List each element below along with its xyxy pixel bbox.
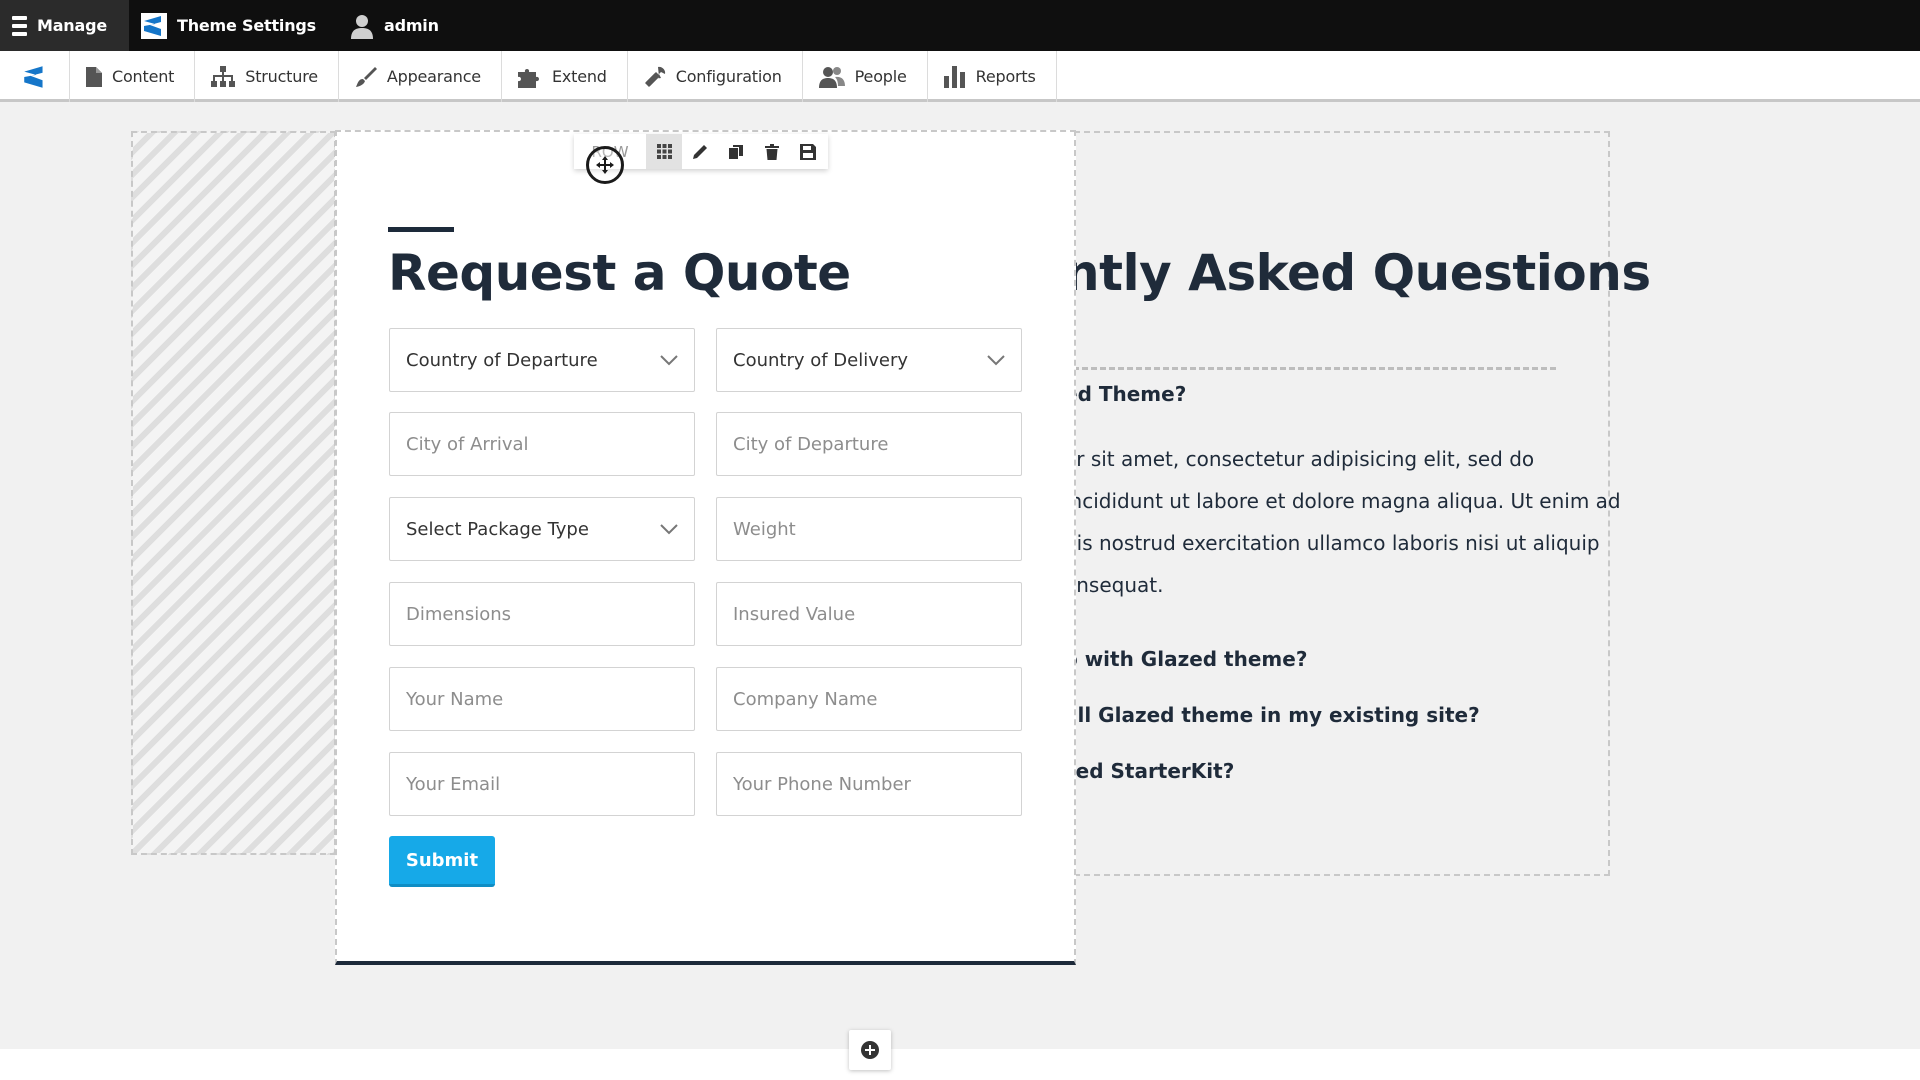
pencil-icon <box>693 144 707 159</box>
faq-heading: ntly Asked Questions <box>1064 244 1651 302</box>
chevron-down-icon <box>660 355 678 366</box>
theme-settings-label: Theme Settings <box>177 16 316 35</box>
tray-item-label: Content <box>112 67 175 86</box>
country-of-delivery-select[interactable]: Country of Delivery <box>716 328 1022 392</box>
your-name-input[interactable] <box>389 667 695 731</box>
faq-answer-line: uis nostrud exercitation ullamco laboris… <box>1064 531 1600 555</box>
package-type-select[interactable]: Select Package Type <box>389 497 695 561</box>
tray-item-configuration[interactable]: Configuration <box>628 51 803 102</box>
empty-column-placeholder <box>131 131 336 855</box>
faq-question-4[interactable]: zed StarterKit? <box>1064 759 1234 783</box>
tray-item-label: Structure <box>245 67 318 86</box>
admin-tray: Content Structure Appearance Extend Conf… <box>0 51 1920 102</box>
grid-icon <box>656 144 672 159</box>
phone-number-input[interactable] <box>716 752 1022 816</box>
faq-question-1[interactable]: ed Theme? <box>1064 382 1186 406</box>
add-section-button[interactable] <box>849 1030 891 1070</box>
tray-item-people[interactable]: People <box>803 51 928 102</box>
tray-item-label: Extend <box>551 67 607 86</box>
manage-label: Manage <box>36 16 107 35</box>
paintbrush-icon <box>355 66 377 87</box>
form-title: Request a Quote <box>388 244 851 302</box>
page-bottom-section <box>0 1049 1920 1080</box>
weight-input[interactable] <box>716 497 1022 561</box>
tray-item-reports[interactable]: Reports <box>928 51 1057 102</box>
glazed-logo-icon <box>23 65 43 88</box>
user-label: admin <box>383 16 439 35</box>
chevron-down-icon <box>987 355 1005 366</box>
tray-item-label: Appearance <box>386 67 481 86</box>
faq-question-3[interactable]: all Glazed theme in my existing site? <box>1064 703 1480 727</box>
select-value: Country of Delivery <box>733 349 909 371</box>
tray-item-label: Reports <box>975 67 1036 86</box>
user-menu[interactable]: admin <box>338 0 461 51</box>
faq-question-2[interactable]: o with Glazed theme? <box>1064 647 1307 671</box>
company-name-input[interactable] <box>716 667 1022 731</box>
manage-button[interactable]: Manage <box>0 0 129 51</box>
faq-answer-line: or sit amet, consectetur adipisicing eli… <box>1064 447 1535 471</box>
user-icon <box>350 14 373 39</box>
row-layout-button[interactable] <box>646 134 682 169</box>
move-cursor-icon <box>586 146 624 184</box>
hamburger-icon <box>12 15 27 36</box>
faq-divider <box>1064 367 1556 370</box>
tray-item-appearance[interactable]: Appearance <box>339 51 502 102</box>
row-copy-button[interactable] <box>718 134 754 169</box>
trash-icon <box>765 143 779 160</box>
dimensions-input[interactable] <box>389 582 695 646</box>
city-of-arrival-input[interactable] <box>389 412 695 476</box>
city-of-departure-input[interactable] <box>716 412 1022 476</box>
row-save-button[interactable] <box>790 134 826 169</box>
select-value: Select Package Type <box>406 518 589 540</box>
tray-item-content[interactable]: Content <box>70 51 196 102</box>
bar-chart-icon <box>943 65 965 88</box>
wrench-icon <box>644 66 665 87</box>
file-icon <box>86 66 102 87</box>
select-value: Country of Departure <box>406 349 598 371</box>
tray-logo[interactable] <box>0 51 70 102</box>
row-edit-button[interactable] <box>682 134 718 169</box>
plus-circle-icon <box>861 1041 879 1059</box>
glazed-logo-icon <box>141 12 167 39</box>
puzzle-icon <box>517 68 539 88</box>
admin-toolbar: Manage Theme Settings admin <box>0 0 1920 51</box>
tray-item-structure[interactable]: Structure <box>195 51 339 102</box>
tray-item-label: Configuration <box>675 67 782 86</box>
your-email-input[interactable] <box>389 752 695 816</box>
chevron-down-icon <box>660 524 678 535</box>
sitemap-icon <box>211 65 236 87</box>
people-icon <box>818 66 845 88</box>
submit-button[interactable]: Submit <box>389 836 495 887</box>
faq-answer-line: incididunt ut labore et dolore magna ali… <box>1064 489 1621 513</box>
insured-value-input[interactable] <box>716 582 1022 646</box>
tray-item-extend[interactable]: Extend <box>502 51 628 102</box>
move-arrows-icon <box>596 156 614 174</box>
copy-icon <box>729 144 743 159</box>
save-icon <box>800 143 816 160</box>
row-delete-button[interactable] <box>754 134 790 169</box>
heading-accent-bar <box>388 227 454 232</box>
country-of-departure-select[interactable]: Country of Departure <box>389 328 695 392</box>
theme-settings-link[interactable]: Theme Settings <box>129 0 338 51</box>
faq-answer-line: onsequat. <box>1064 573 1164 597</box>
tray-item-label: People <box>854 67 907 86</box>
